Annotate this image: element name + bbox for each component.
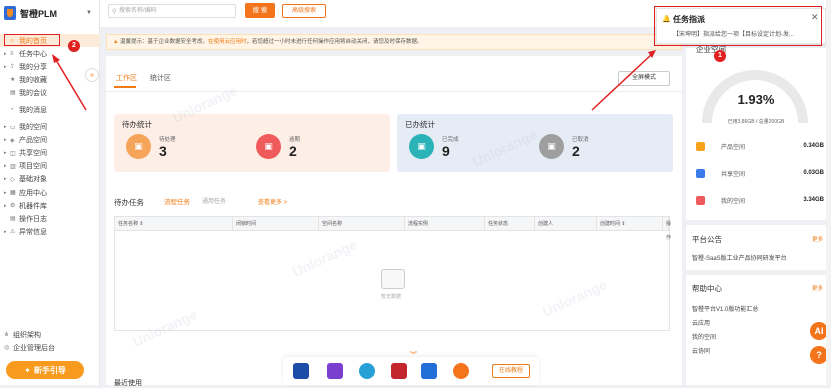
arrow-head-home bbox=[52, 54, 60, 63]
add-app-icon[interactable] bbox=[453, 363, 469, 379]
app-dock: 在线教程 bbox=[283, 357, 539, 385]
scrollbar[interactable] bbox=[826, 0, 831, 385]
arrow-to-home bbox=[55, 59, 87, 111]
online-tutorial-button[interactable]: 在线教程 bbox=[492, 364, 530, 378]
solidworks-app-icon[interactable] bbox=[293, 363, 309, 379]
cloud-app-icon[interactable] bbox=[359, 363, 375, 379]
annotation-arrows bbox=[52, 50, 656, 111]
pdf-app-icon[interactable] bbox=[391, 363, 407, 379]
g-app-icon[interactable] bbox=[421, 363, 437, 379]
arrow-to-notification bbox=[591, 53, 653, 111]
design-app-icon[interactable] bbox=[327, 363, 343, 379]
